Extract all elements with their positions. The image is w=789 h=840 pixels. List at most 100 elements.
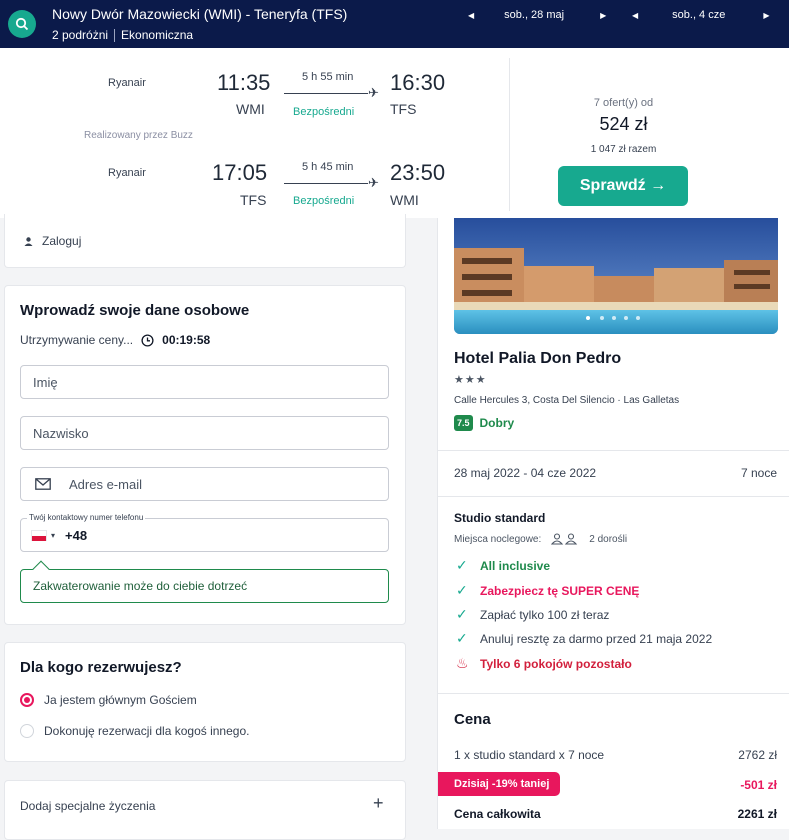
booking-for-card: Dla kogo rezerwujesz? Ja jestem głównym … xyxy=(4,642,406,762)
rooms-left-label: Tylko 6 pokojów pozostało xyxy=(480,656,632,671)
booking-summary: Hotel Palia Don Pedro ★★★ Calle Hercules… xyxy=(437,218,789,829)
discount-label: Dzisiaj -19% taniej xyxy=(454,778,550,790)
guests-count: 2 dorośli xyxy=(589,533,628,545)
route-title[interactable]: Nowy Dwór Mazowiecki (WMI) - Teneryfa (T… xyxy=(52,6,347,22)
stay-nights: 7 noce xyxy=(741,466,778,480)
separator xyxy=(114,28,116,42)
email-field[interactable]: Adres e-mail xyxy=(20,467,389,501)
chevron-down-icon[interactable]: ▾ xyxy=(51,531,55,540)
flight-total: 1 047 zł razem xyxy=(590,144,657,155)
clock-icon xyxy=(141,333,154,347)
divider xyxy=(438,693,789,694)
next-date-back-icon[interactable]: ▶ xyxy=(763,11,769,20)
outbound-type: Bezpośredni xyxy=(293,106,355,118)
inbound-arr-code: WMI xyxy=(390,192,419,208)
perk-free-cancel: ✓ Anuluj resztę za darmo przed 21 maja 2… xyxy=(456,630,712,647)
check-icon: ✓ xyxy=(456,582,468,598)
discount-badge: Dzisiaj -19% taniej xyxy=(438,772,560,796)
check-icon: ✓ xyxy=(456,606,468,622)
offers-count: 7 ofert(y) od xyxy=(593,97,654,109)
inbound-dep-code: TFS xyxy=(240,192,267,208)
hotel-address: Calle Hercules 3, Costa Del Silencio · L… xyxy=(454,395,680,406)
phone-prefix: +48 xyxy=(65,527,88,543)
outbound-airline: Ryanair xyxy=(108,77,146,89)
date-out[interactable]: sob., 28 maj xyxy=(504,9,564,21)
radio-selected[interactable] xyxy=(20,693,34,707)
total-value: 2261 zł xyxy=(737,807,777,821)
inbound-type: Bezpośredni xyxy=(293,195,355,207)
special-requests-label: Dodaj specjalne życzenia xyxy=(20,799,156,813)
info-note: Zakwaterowanie może do ciebie dotrzeć xyxy=(20,560,389,603)
perk-label: All inclusive xyxy=(480,558,551,573)
special-requests-card[interactable]: Dodaj specjalne życzenia + xyxy=(4,780,406,840)
guests-icon xyxy=(551,533,578,545)
option-other[interactable]: Dokonuję rezerwacji dla kogoś innego. xyxy=(20,724,249,738)
hotel-photo[interactable] xyxy=(454,218,778,334)
check-button[interactable]: Sprawdź → xyxy=(558,166,688,206)
perk-label: Zabezpiecz tę SUPER CENĘ xyxy=(480,583,640,598)
prev-date-back-icon[interactable]: ◀ xyxy=(632,11,638,20)
login-link[interactable]: Zaloguj xyxy=(23,234,81,248)
beds-label: Miejsca noclegowe: xyxy=(454,533,542,545)
plane-icon: ✈ xyxy=(368,175,379,190)
price-title: Cena xyxy=(454,711,491,728)
perk-pay-now: ✓ Zapłać tylko 100 zł teraz xyxy=(456,606,609,623)
user-icon xyxy=(24,236,33,246)
inbound-duration: 5 h 45 min xyxy=(302,161,354,173)
check-icon: ✓ xyxy=(456,557,468,573)
price-line-label: 1 x studio standard x 7 noce xyxy=(454,748,605,762)
outbound-arr-time: 16:30 xyxy=(390,70,446,95)
email-placeholder: Adres e-mail xyxy=(69,476,142,492)
login-label: Zaloguj xyxy=(42,234,82,248)
note-pointer xyxy=(32,560,50,578)
phone-field[interactable]: Twój kontaktowy numer telefonu ▾ +48 xyxy=(20,513,389,552)
envelope-icon xyxy=(35,478,51,490)
check-icon: ✓ xyxy=(456,630,468,646)
rating-badge: 7.5 xyxy=(454,415,473,431)
flame-icon: ♨ xyxy=(456,655,469,671)
option-self-label: Ja jestem głównym Gościem xyxy=(44,693,197,707)
outbound-duration: 5 h 55 min xyxy=(302,71,354,83)
price-line-value: 2762 zł xyxy=(738,748,777,762)
cabin-label[interactable]: Ekonomiczna xyxy=(121,28,193,42)
inbound-dep-time: 17:05 xyxy=(212,160,268,185)
stay-dates: 28 maj 2022 - 04 cze 2022 xyxy=(454,466,597,480)
star-rating-icon: ★★★ xyxy=(454,374,487,386)
info-note-text: Zakwaterowanie może do ciebie dotrzeć xyxy=(33,579,248,593)
total-label: Cena całkowita xyxy=(454,807,541,821)
divider xyxy=(438,450,789,451)
inbound-arr-time: 23:50 xyxy=(390,160,446,185)
last-name-field[interactable]: Nazwisko xyxy=(20,416,389,450)
perk-super-price: ✓ Zabezpiecz tę SUPER CENĘ xyxy=(456,582,639,599)
first-name-field[interactable]: Imię xyxy=(20,365,389,399)
divider xyxy=(438,496,789,497)
next-date-out-icon[interactable]: ▶ xyxy=(600,11,606,20)
price-hold-label: Utrzymywanie ceny... xyxy=(20,333,134,347)
outbound-line xyxy=(284,93,368,94)
search-button[interactable] xyxy=(8,10,36,38)
hotel-name: Hotel Palia Don Pedro xyxy=(454,350,622,367)
hotel-photo-image xyxy=(454,218,778,334)
inbound-line xyxy=(284,183,368,184)
date-back[interactable]: sob., 4 cze xyxy=(672,9,725,21)
plane-icon: ✈ xyxy=(368,85,379,100)
perk-label: Zapłać tylko 100 zł teraz xyxy=(480,607,610,622)
travellers-label[interactable]: 2 podróżni xyxy=(52,28,108,42)
price-hold-timer: 00:19:58 xyxy=(162,333,211,347)
poland-flag-icon[interactable] xyxy=(31,529,47,541)
personal-title: Wprowadź swoje dane osobowe xyxy=(20,302,250,319)
rating-label: Dobry xyxy=(479,416,515,430)
radio-unselected[interactable] xyxy=(20,724,34,738)
login-card: Zaloguj xyxy=(4,214,406,268)
search-icon xyxy=(15,17,29,31)
prev-date-out-icon[interactable]: ◀ xyxy=(468,11,474,20)
first-name-placeholder: Imię xyxy=(33,374,58,390)
option-self[interactable]: Ja jestem głównym Gościem xyxy=(20,693,197,707)
booking-for-title: Dla kogo rezerwujesz? xyxy=(20,659,182,676)
inbound-airline: Ryanair xyxy=(108,167,146,179)
outbound-dep-code: WMI xyxy=(236,101,265,117)
plus-icon[interactable]: + xyxy=(373,793,384,814)
option-other-label: Dokonuję rezerwacji dla kogoś innego. xyxy=(44,724,250,738)
flight-summary: Ryanair 11:35 WMI 5 h 55 min ✈ Bezpośred… xyxy=(0,48,789,218)
perk-all-inclusive: ✓ All inclusive xyxy=(456,557,550,574)
